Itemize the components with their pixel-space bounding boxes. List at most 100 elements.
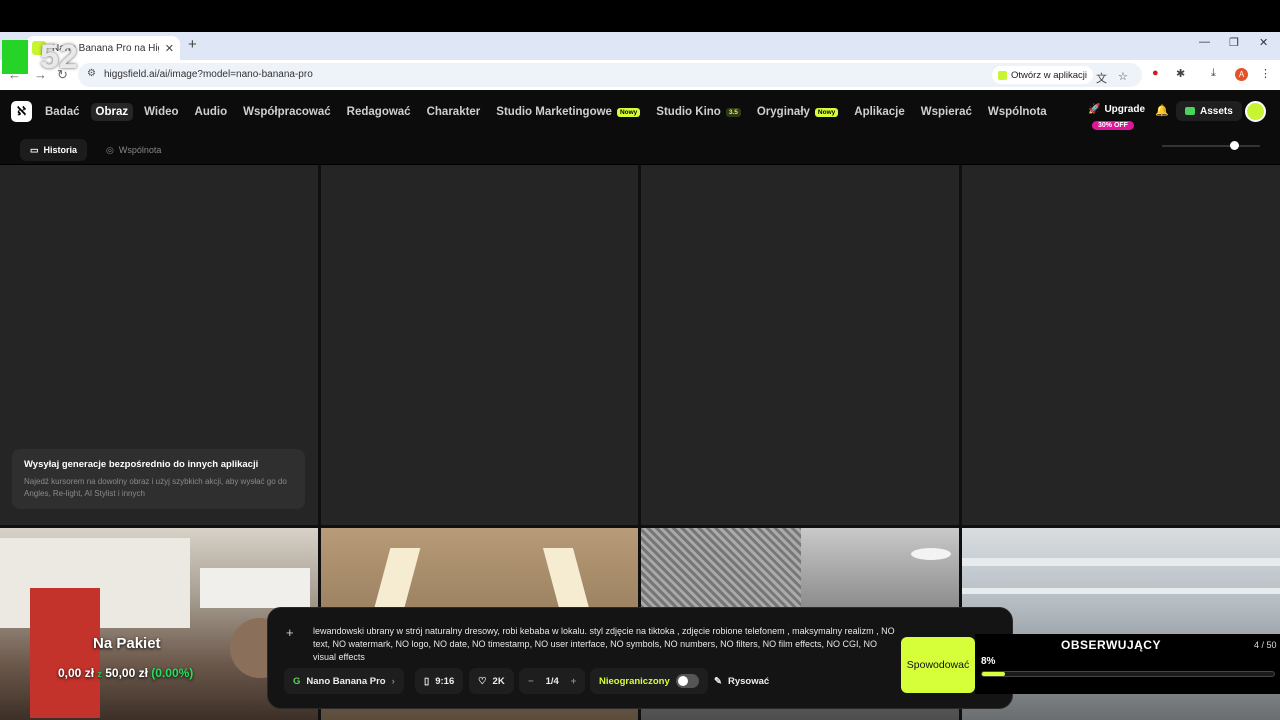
- goal-percent: (0.00%): [151, 666, 194, 680]
- url-text[interactable]: higgsfield.ai/ai/image?model=nano-banana…: [104, 69, 313, 80]
- ceiling-beam: [962, 588, 1280, 594]
- zoom-slider[interactable]: [1162, 141, 1260, 150]
- nav-label: Wspólnota: [987, 106, 1047, 118]
- folder-icon: ▭: [30, 144, 39, 155]
- new-tab-icon[interactable]: +: [188, 36, 197, 53]
- add-reference-icon[interactable]: +: [286, 625, 294, 640]
- google-icon: G: [293, 675, 301, 687]
- aspect-ratio-selector[interactable]: ▯ 9:16: [415, 668, 464, 694]
- omnibox[interactable]: ⚙ higgsfield.ai/ai/image?model=nano-bana…: [78, 63, 1142, 87]
- donation-goal-amount: 0,00 zł z 50,00 zł (0.00%): [58, 666, 193, 680]
- nav-label: Wspierać: [920, 106, 972, 118]
- unlimited-toggle[interactable]: Nieograniczony: [590, 668, 708, 694]
- hint-description: Najedź kursorem na dowolny obraz i użyj …: [24, 477, 287, 498]
- tab-community[interactable]: ◎ Wspólnota: [96, 139, 171, 161]
- assets-label: Assets: [1200, 105, 1233, 117]
- profile-avatar[interactable]: A: [1235, 68, 1248, 81]
- nav-item-explore[interactable]: Badać: [45, 106, 80, 118]
- watchers-percent: 8%: [981, 656, 996, 667]
- nav-item-community[interactable]: Wspólnota: [988, 106, 1047, 118]
- stream-counter-overlay: 52: [0, 38, 90, 82]
- aspect-label: 9:16: [435, 675, 455, 687]
- extension-red-icon[interactable]: ●: [1152, 67, 1159, 79]
- watchers-widget: OBSERWUJĄCY 4 / 50 8%: [975, 634, 1280, 694]
- nav-item-video[interactable]: Wideo: [144, 106, 178, 118]
- model-selector[interactable]: G Nano Banana Pro ›: [284, 668, 404, 694]
- red-wall: [30, 588, 100, 718]
- extensions-puzzle-icon[interactable]: ✱: [1176, 67, 1185, 80]
- amount-separator: z: [97, 669, 102, 679]
- nav-item-originals[interactable]: Oryginały Nowy: [756, 106, 839, 118]
- count-stepper[interactable]: −1/4 +: [519, 668, 586, 694]
- translate-icon[interactable]: 文: [1096, 70, 1107, 86]
- nav-item-cinema-studio[interactable]: Studio Kino 3.5: [656, 106, 741, 118]
- hint-title: Wysyłaj generacje bezpośrednio do innych…: [24, 459, 259, 470]
- ceiling-light: [911, 548, 951, 560]
- phone-icon: ▯: [424, 675, 430, 687]
- ceiling-light: [542, 548, 590, 608]
- nav-item-image[interactable]: Obraz: [90, 103, 134, 121]
- send-to-apps-hint: Wysyłaj generacje bezpośrednio do innych…: [12, 449, 305, 509]
- current-amount: 0,00 zł: [58, 666, 95, 680]
- nav-items: Badać Obraz Wideo Audio Współpracować Re…: [45, 90, 1047, 134]
- count-label: 1/4: [545, 675, 559, 687]
- nav-label: Wideo: [144, 106, 179, 118]
- nav-item-collaborate[interactable]: Współpracować: [243, 106, 331, 118]
- draw-label: Rysować: [727, 675, 770, 687]
- download-icon[interactable]: ⤓: [1211, 67, 1216, 80]
- zoom-slider-knob[interactable]: [1230, 141, 1239, 150]
- address-bar-row: ← → ↻ ⚙ higgsfield.ai/ai/image?model=nan…: [0, 60, 1280, 90]
- nav-item-edit[interactable]: Redagować: [347, 106, 411, 118]
- grid-cell[interactable]: [641, 165, 959, 525]
- donation-goal-title: Na Pakiet: [93, 635, 161, 652]
- nav-item-audio[interactable]: Audio: [195, 106, 228, 118]
- nav-label: Aplikacje: [854, 106, 905, 118]
- draw-button[interactable]: ✎ Rysować: [705, 668, 778, 694]
- screen-top-border: [0, 0, 1280, 32]
- tab-label: Historia: [43, 145, 78, 155]
- globe-icon: ◎: [106, 144, 114, 155]
- nav-item-support[interactable]: Wspierać: [921, 106, 972, 118]
- bookmark-star-icon[interactable]: ☆: [1118, 70, 1128, 83]
- draw-icon: ✎: [714, 675, 722, 687]
- ceiling-beam: [962, 558, 1280, 566]
- quality-label: 2K: [492, 675, 505, 687]
- maximize-icon[interactable]: ❐: [1229, 36, 1239, 49]
- folder-icon: [1185, 107, 1195, 115]
- higgsfield-logo-icon[interactable]: ℵ: [11, 101, 32, 122]
- watchers-count: 4 / 50: [1254, 640, 1277, 650]
- tab-label: Wspólnota: [118, 145, 162, 155]
- nav-item-marketing-studio[interactable]: Studio Marketingowe Nowy: [496, 106, 641, 118]
- air-conditioner: [200, 568, 310, 608]
- vent-grill: [641, 528, 801, 608]
- new-badge: Nowy: [814, 107, 839, 117]
- nav-label: Oryginały: [756, 106, 810, 118]
- window-close-icon[interactable]: ✕: [1259, 36, 1268, 49]
- discount-badge: 30% OFF: [1092, 121, 1134, 130]
- grid-cell[interactable]: [962, 165, 1280, 525]
- plus-icon[interactable]: +: [571, 676, 577, 687]
- sub-nav: ▭ Historia ◎ Wspólnota: [0, 134, 1280, 164]
- open-in-app-button[interactable]: Otwórz w aplikacji: [992, 66, 1094, 84]
- prompt-input[interactable]: lewandowski ubrany w strój naturalny dre…: [313, 625, 901, 664]
- quality-selector[interactable]: ♡ 2K: [469, 668, 514, 694]
- notifications-bell-icon[interactable]: 🔔: [1155, 104, 1169, 117]
- version-badge: 3.5: [725, 107, 741, 117]
- new-badge: Nowy: [616, 107, 641, 117]
- tab-close-icon[interactable]: ✕: [165, 42, 174, 55]
- tab-history[interactable]: ▭ Historia: [20, 139, 88, 161]
- watchers-progress-fill: [982, 672, 1006, 676]
- browser-menu-icon[interactable]: ⋮: [1260, 67, 1271, 80]
- watchers-title: OBSERWUJĄCY: [1061, 638, 1161, 652]
- nav-item-character[interactable]: Charakter: [427, 106, 481, 118]
- nav-item-apps[interactable]: Aplikacje: [854, 106, 905, 118]
- generate-button[interactable]: Spowodować: [901, 637, 975, 693]
- minus-icon[interactable]: −: [528, 676, 534, 687]
- user-avatar[interactable]: [1245, 101, 1266, 122]
- upgrade-button[interactable]: 🚀 Upgrade: [1088, 104, 1145, 115]
- minimize-icon[interactable]: —: [1199, 36, 1210, 48]
- grid-cell[interactable]: [321, 165, 638, 525]
- assets-button[interactable]: Assets: [1176, 101, 1242, 121]
- toggle-switch[interactable]: [675, 674, 699, 688]
- nav-label: Obraz: [95, 106, 129, 118]
